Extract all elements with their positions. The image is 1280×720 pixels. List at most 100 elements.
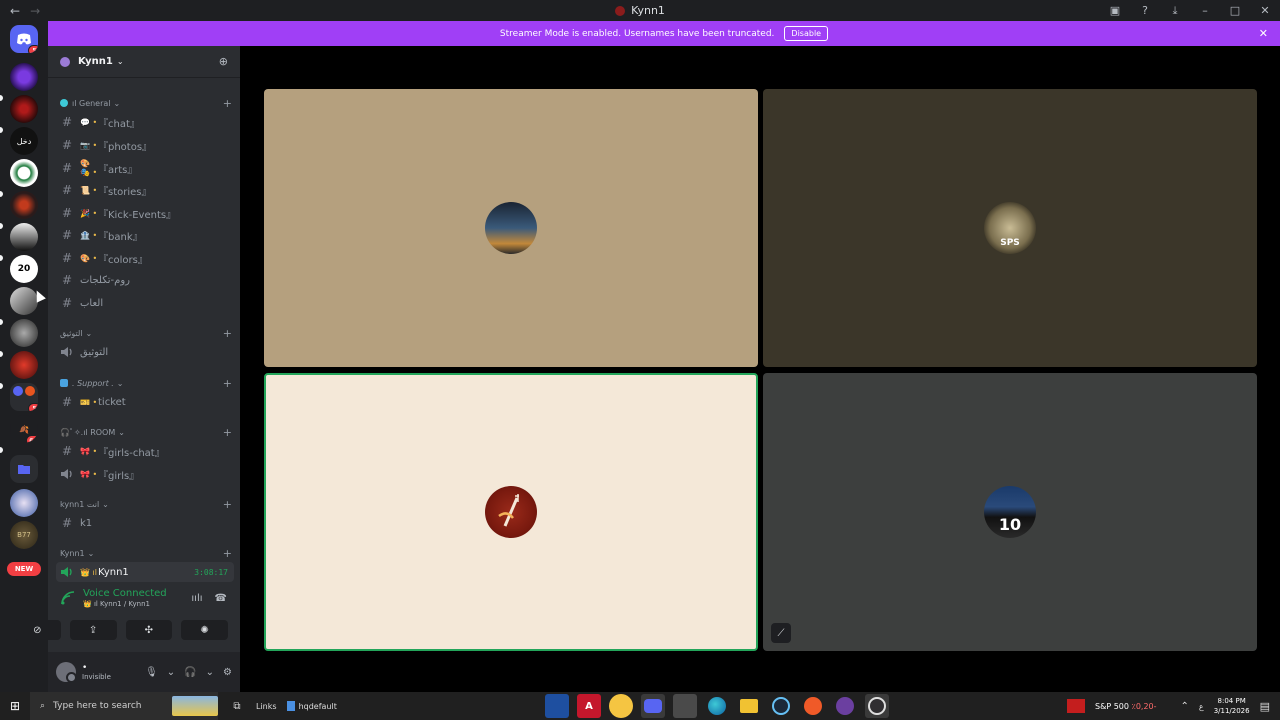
channel-bank[interactable]: # 🏦 • 『bank』 (56, 225, 234, 245)
close-button[interactable]: ✕ (1250, 4, 1280, 17)
server-folder[interactable]: 5 (10, 383, 38, 411)
task-view-icon[interactable]: ⧉ (224, 701, 250, 712)
avatar[interactable] (56, 662, 77, 683)
settings-gear-icon[interactable]: ⚙ (223, 667, 232, 678)
server-icon[interactable] (10, 95, 38, 123)
folder-icon[interactable] (10, 455, 38, 483)
clock[interactable]: 8:04 PM 3/11/2026 (1214, 696, 1250, 716)
server-icon[interactable] (10, 351, 38, 379)
banner-close-icon[interactable]: ✕ (1259, 27, 1268, 40)
server-icon[interactable] (10, 319, 38, 347)
microphone-icon[interactable]: 🎙 (145, 667, 158, 678)
headset-icon[interactable]: 🎧 (184, 667, 196, 678)
channel-ticket[interactable]: # 🎫 • ticket (56, 392, 234, 412)
edge-icon[interactable] (705, 694, 729, 718)
back-arrow-icon[interactable]: ← (10, 4, 20, 18)
category-general[interactable]: ıl General ⌄ + (60, 96, 232, 110)
home-button[interactable]: 5 (10, 25, 38, 53)
server-icon[interactable]: 20 (10, 255, 38, 283)
hqdefault-item[interactable]: hqdefault (286, 701, 337, 711)
camera-off-button[interactable]: ⊘ (14, 620, 61, 640)
stock-ticker[interactable]: S&P 500 ٪0,20- (1095, 702, 1157, 711)
start-windows-icon[interactable]: ⊞ (0, 699, 30, 713)
download-icon[interactable]: ⤓ (1160, 4, 1190, 18)
participant-tile[interactable]: SPS (763, 89, 1257, 367)
channel-k1[interactable]: # k1 (56, 513, 234, 533)
app-icon[interactable] (801, 694, 825, 718)
activities-button[interactable]: ✣ (125, 620, 173, 640)
voice-status-title[interactable]: Voice Connected (83, 588, 167, 599)
category-verification[interactable]: التوثيق ⌄ + (60, 326, 232, 340)
inbox-icon[interactable]: ▣ (1100, 4, 1130, 17)
participant-tile-speaking[interactable] (264, 373, 758, 651)
create-channel-icon[interactable]: + (223, 547, 232, 560)
category-room[interactable]: 🎧ﾟ✧.ıl ROOM ⌄ + (60, 425, 232, 439)
channel-name: ticket (98, 396, 126, 408)
noise-suppression-icon[interactable]: ıılı (191, 593, 202, 604)
server-icon[interactable] (10, 489, 38, 517)
channel-girls-chat[interactable]: # 🎀 • 『girls-chat』 (56, 441, 234, 461)
channel-arabic-2[interactable]: # العاب (56, 293, 234, 313)
share-screen-button[interactable]: ⇪ (69, 620, 117, 640)
chevron-down-icon[interactable]: ⌄ (167, 667, 175, 678)
create-channel-icon[interactable]: + (223, 327, 232, 340)
channel-sidebar: Kynn1 ⌄ ⊕ ıl General ⌄ + # 💬 • 『chat』 # 📷 •… (48, 46, 240, 692)
soundboard-button[interactable]: ✺ (181, 620, 228, 640)
app-icon[interactable] (673, 694, 697, 718)
notification-center-icon[interactable]: ▤ (1260, 700, 1270, 713)
voice-channel-kynn1[interactable]: 👑 ıl Kynn1 3:08:17 (56, 562, 234, 582)
steam-icon[interactable] (769, 694, 793, 718)
server-icon[interactable] (10, 63, 38, 91)
tray-expand-icon[interactable]: ⌃ (1181, 701, 1189, 712)
help-icon[interactable]: ? (1130, 4, 1160, 17)
channel-stories[interactable]: # 📜 • 『stories』 (56, 180, 234, 200)
channel-arts[interactable]: # 🎨🎭 • 『arts』 (56, 158, 234, 178)
guild-header[interactable]: Kynn1 ⌄ ⊕ (48, 46, 240, 78)
voice-channel-verification[interactable]: التوثيق (56, 342, 234, 362)
server-icon[interactable]: دخل (10, 127, 38, 155)
channel-name: Kynn1 (98, 566, 129, 578)
app-icon[interactable] (545, 694, 569, 718)
acrobat-icon[interactable]: A (577, 694, 601, 718)
channel-photos[interactable]: # 📷 • 『photos』 (56, 135, 234, 155)
disable-button[interactable]: Disable (784, 26, 829, 41)
input-language[interactable]: ع (1199, 702, 1204, 711)
category-kynn1-private[interactable]: kynn1 انت ⌄ + (60, 497, 232, 511)
discord-app-icon[interactable] (641, 694, 665, 718)
server-icon[interactable]: B77 (10, 521, 38, 549)
file-explorer-icon[interactable] (737, 694, 761, 718)
forward-arrow-icon[interactable]: → (30, 4, 40, 18)
minimize-button[interactable]: – (1190, 4, 1220, 17)
channel-chat[interactable]: # 💬 • 『chat』 (56, 112, 234, 132)
create-channel-icon[interactable]: + (223, 377, 232, 390)
participant-tile[interactable]: 10 ⟋ (763, 373, 1257, 651)
links-toolbar[interactable]: Links (256, 702, 277, 711)
new-badge[interactable]: NEW (7, 562, 41, 576)
create-channel-icon[interactable]: + (223, 97, 232, 110)
app-icon[interactable] (609, 694, 633, 718)
user-name[interactable]: • (82, 663, 111, 673)
maximize-button[interactable]: □ (1220, 4, 1250, 17)
server-icon[interactable] (10, 223, 38, 251)
signal-icon[interactable] (59, 589, 77, 607)
channel-arabic-1[interactable]: # روم-تكلجات (56, 270, 234, 290)
voice-channel-path[interactable]: 👑 ıl Kynn1 / Kynn1 (83, 600, 167, 608)
server-icon[interactable]: 🍂 64 (10, 415, 38, 443)
taskbar-search[interactable]: ⌕ Type here to search (30, 692, 218, 720)
create-channel-icon[interactable]: + (223, 498, 232, 511)
channel-colors[interactable]: # 🎨 • 『colors』 (56, 248, 234, 268)
folder-mini-icon (13, 386, 23, 396)
server-icon[interactable] (10, 191, 38, 219)
chevron-down-icon[interactable]: ⌄ (206, 667, 214, 678)
create-channel-icon[interactable]: + (223, 426, 232, 439)
app-icon[interactable] (833, 694, 857, 718)
category-kynn1[interactable]: Kynn1 ⌄ + (60, 546, 232, 560)
category-support[interactable]: . Support . ⌄ + (60, 376, 232, 390)
participant-tile[interactable] (264, 89, 758, 367)
channel-kick-events[interactable]: # 🎉 • 『Kick-Events』 (56, 203, 234, 223)
voice-channel-girls[interactable]: 🎀 • 『girls』 (56, 464, 234, 484)
invite-people-icon[interactable]: ⊕ (219, 55, 228, 68)
disconnect-icon[interactable]: ☎ (215, 593, 227, 604)
server-icon[interactable] (10, 159, 38, 187)
obs-icon[interactable] (865, 694, 889, 718)
